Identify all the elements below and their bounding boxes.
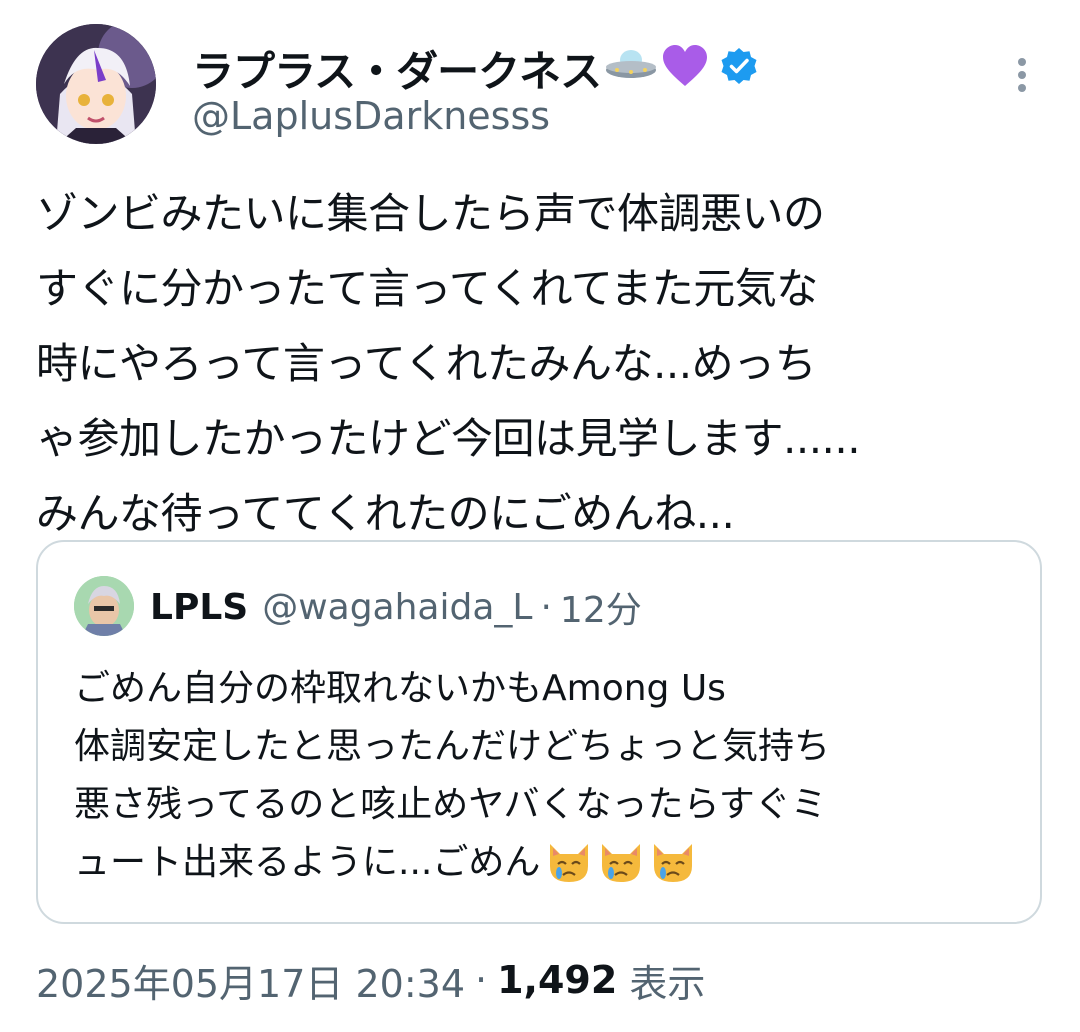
- quoted-tweet-text: ごめん自分の枠取れないかもAmong Us 体調安定したと思ったんだけどちょっと…: [74, 668, 831, 825]
- quoted-tweet-card[interactable]: LPLS @wagahaida_L · 12分 ごめん自分の枠取れないかもAmo…: [36, 540, 1042, 924]
- ufo-emoji: [605, 46, 657, 90]
- footer-separator: ·: [475, 958, 488, 1002]
- verified-badge-icon[interactable]: [719, 46, 759, 90]
- quoted-author-handle[interactable]: @wagahaida_L: [262, 587, 532, 628]
- tweet-text: ゾンビみたいに集合したら声で体調悪いの すぐに分かったて言ってくれてまた元気な …: [36, 189, 861, 538]
- views-label: 表示: [629, 961, 706, 1006]
- author-avatar[interactable]: [36, 24, 156, 144]
- quoted-author-name[interactable]: LPLS: [150, 587, 248, 628]
- quoted-separator: ·: [540, 586, 552, 628]
- author-display-name[interactable]: ラプラス・ダークネス: [192, 38, 602, 99]
- tweet-detail: ラプラス・ダークネス @LaplusDarknesss ゾンビみたいに集合したら…: [0, 0, 1080, 1032]
- tweet-header: ラプラス・ダークネス @LaplusDarknesss: [36, 24, 1046, 148]
- crying-cat-emoji: [650, 840, 696, 886]
- views-count: 1,492: [497, 958, 618, 1002]
- quoted-timestamp[interactable]: 12分: [560, 581, 642, 633]
- quoted-tweet-header: LPLS @wagahaida_L · 12分: [150, 582, 642, 632]
- author-handle[interactable]: @LaplusDarknesss: [192, 94, 550, 138]
- quoted-tweet-last-line-text: ュート出来るように...ごめん: [74, 842, 541, 883]
- tweet-footer: 2025年05月17日 20:34 · 1,492 表示: [36, 952, 705, 1008]
- crying-cat-emoji: [598, 840, 644, 886]
- quoted-tweet-last-line: ュート出来るように...ごめん: [74, 834, 696, 892]
- crying-cat-emoji: [546, 840, 592, 886]
- tweet-timestamp[interactable]: 2025年05月17日 20:34: [36, 953, 465, 1008]
- more-options-icon[interactable]: [1004, 52, 1040, 96]
- quoted-author-avatar[interactable]: [74, 576, 134, 636]
- author-name-row[interactable]: ラプラス・ダークネス: [192, 38, 759, 98]
- purple-heart-emoji: [661, 44, 709, 92]
- avatar-illustration: [36, 24, 156, 144]
